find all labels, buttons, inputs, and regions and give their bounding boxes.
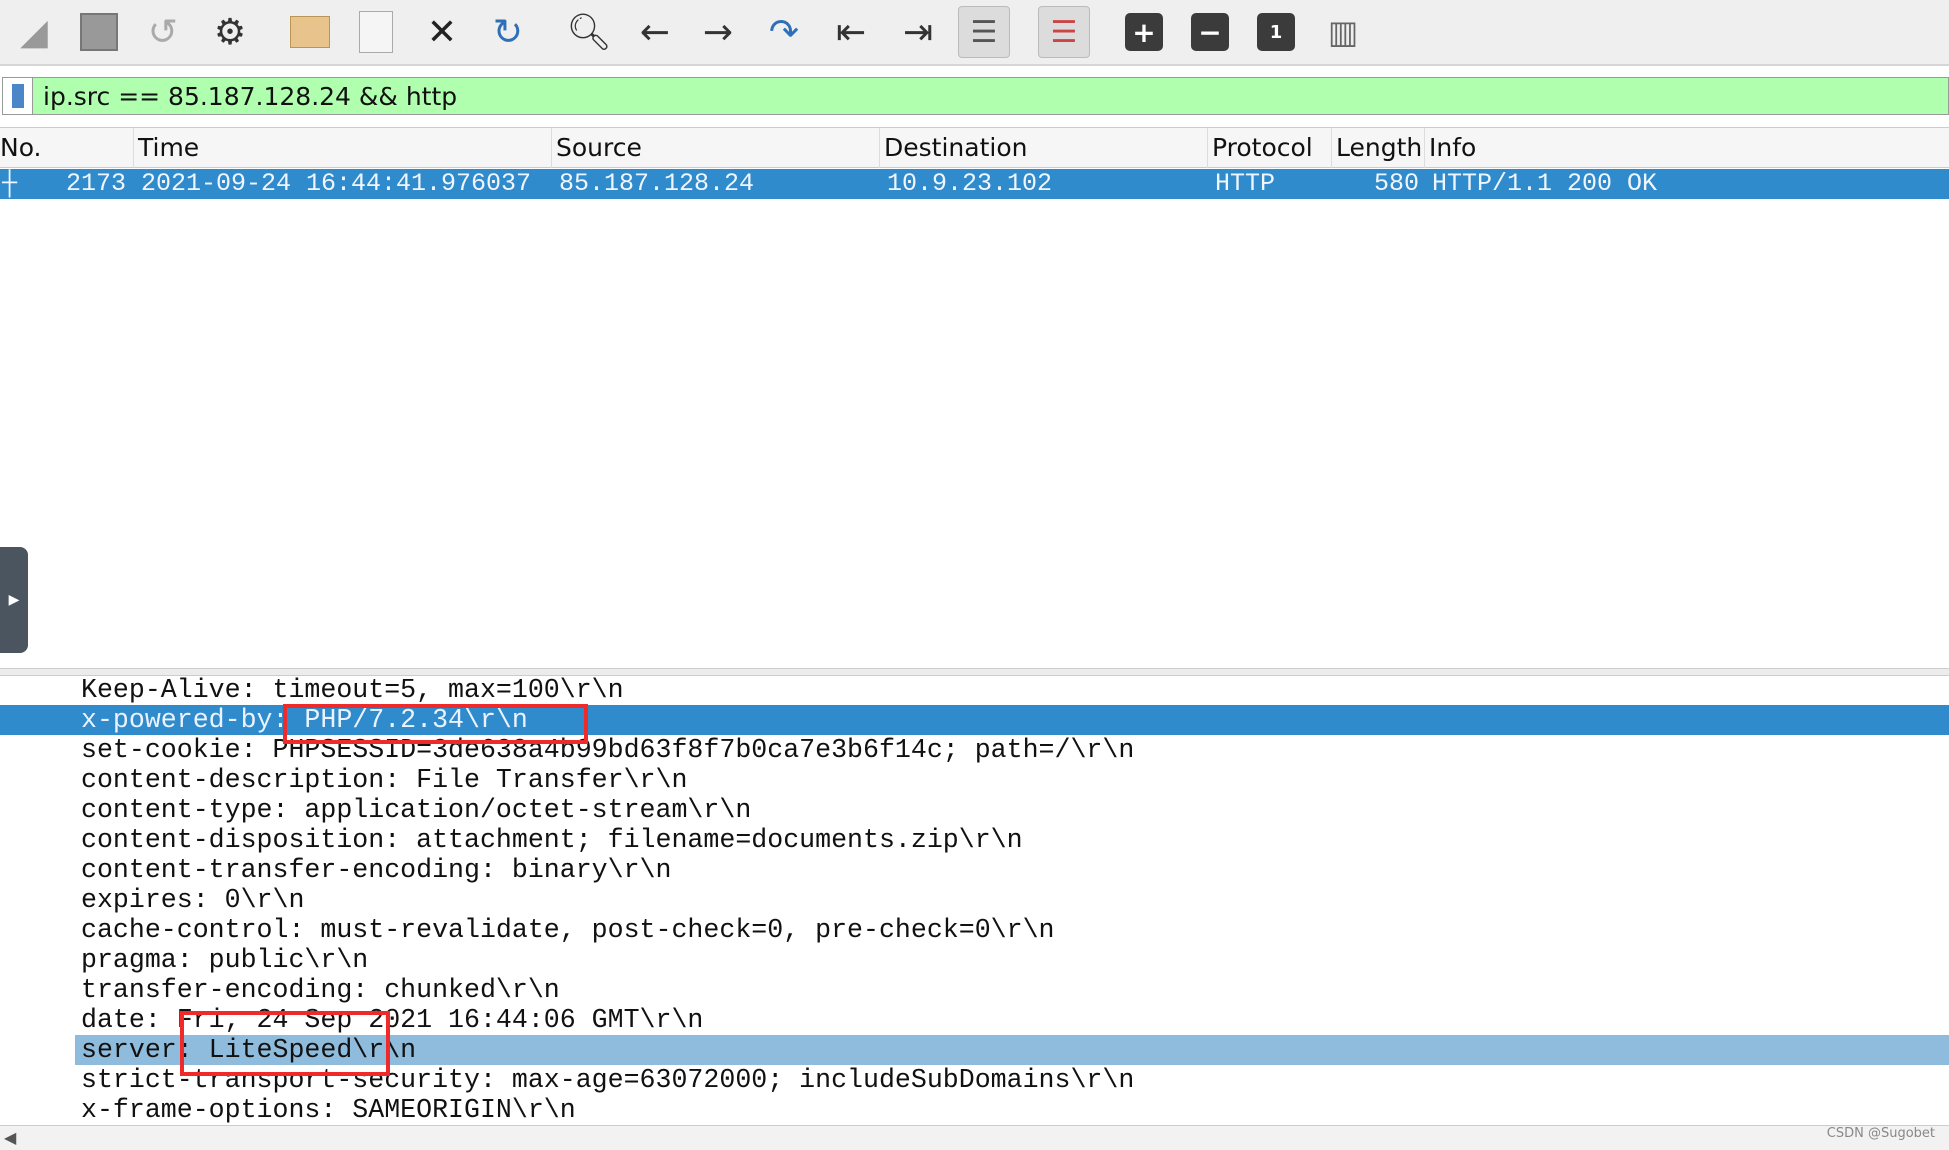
packet-length: 580 (1374, 169, 1420, 198)
scroll-left-icon[interactable]: ◀ (4, 1128, 16, 1147)
go-back-icon[interactable]: ← (629, 6, 681, 58)
start-capture-icon[interactable]: ◢ (8, 6, 60, 58)
column-info[interactable]: Info (1424, 128, 1476, 168)
zoom-in-icon[interactable]: + (1118, 6, 1170, 58)
save-file-icon[interactable] (350, 6, 402, 58)
packet-row[interactable]: ┼ 2173 2021-09-24 16:44:41.976037 85.187… (0, 169, 1949, 199)
detail-line[interactable]: pragma: public\r\n (0, 945, 1949, 975)
close-file-icon[interactable]: ✕ (416, 6, 468, 58)
detail-line[interactable]: cache-control: must-revalidate, post-che… (0, 915, 1949, 945)
detail-line[interactable]: transfer-encoding: chunked\r\n (0, 975, 1949, 1005)
normal-size-icon[interactable]: 1 (1250, 6, 1302, 58)
column-no[interactable]: No. (0, 128, 42, 168)
zoom-out-icon[interactable]: − (1184, 6, 1236, 58)
first-packet-icon[interactable]: ⇤ (825, 6, 877, 58)
watermark: CSDN @Sugobet (1826, 1126, 1935, 1141)
annotation-box (283, 704, 588, 744)
open-file-icon[interactable] (284, 6, 336, 58)
detail-line[interactable]: Keep-Alive: timeout=5, max=100\r\n (0, 675, 1949, 705)
packet-no: 2173 (66, 169, 127, 198)
display-filter-input[interactable] (43, 81, 1843, 111)
column-protocol[interactable]: Protocol (1207, 128, 1313, 168)
detail-line[interactable]: content-description: File Transfer\r\n (0, 765, 1949, 795)
detail-line[interactable]: content-disposition: attachment; filenam… (0, 825, 1949, 855)
capture-options-icon[interactable]: ⚙ (204, 6, 256, 58)
detail-line[interactable]: content-transfer-encoding: binary\r\n (0, 855, 1949, 885)
packet-destination: 10.9.23.102 (887, 169, 1053, 198)
main-toolbar: ◢ ↺ ⚙ ✕ ↻ 🔍︎ ← → ↷ ⇤ ⇥ ☰ ☰ + − 1 ▥ (0, 0, 1949, 66)
colorize-icon[interactable]: ☰ (1038, 6, 1090, 58)
packet-list-header: No. Time Source Destination Protocol Len… (0, 127, 1949, 168)
column-destination[interactable]: Destination (879, 128, 1027, 168)
annotation-box (180, 1011, 390, 1076)
column-source[interactable]: Source (551, 128, 642, 168)
packet-protocol: HTTP (1215, 169, 1276, 198)
column-time[interactable]: Time (133, 128, 199, 168)
column-length[interactable]: Length (1331, 128, 1422, 168)
restart-capture-icon[interactable]: ↺ (137, 6, 189, 58)
find-packet-icon[interactable]: 🔍︎ (563, 6, 615, 58)
detail-line[interactable]: content-type: application/octet-stream\r… (0, 795, 1949, 825)
packet-info: HTTP/1.1 200 OK (1432, 169, 1658, 198)
horizontal-scrollbar[interactable]: ◀ (0, 1125, 1949, 1150)
tree-line-icon: ┼ (2, 169, 18, 198)
reload-file-icon[interactable]: ↻ (482, 6, 534, 58)
go-to-packet-icon[interactable]: ↷ (758, 6, 810, 58)
detail-line[interactable]: x-frame-options: SAMEORIGIN\r\n (0, 1095, 1949, 1125)
stop-capture-icon[interactable] (73, 6, 125, 58)
packet-time: 2021-09-24 16:44:41.976037 (141, 169, 532, 198)
sidebar-toggle[interactable]: ▶ (0, 547, 28, 653)
last-packet-icon[interactable]: ⇥ (892, 6, 944, 58)
autoscroll-icon[interactable]: ☰ (958, 6, 1010, 58)
bookmark-icon[interactable] (3, 78, 33, 114)
detail-line[interactable]: expires: 0\r\n (0, 885, 1949, 915)
go-forward-icon[interactable]: → (692, 6, 744, 58)
display-filter-bar (2, 77, 1949, 115)
packet-source: 85.187.128.24 (559, 169, 755, 198)
resize-columns-icon[interactable]: ▥ (1317, 6, 1369, 58)
play-icon: ▶ (8, 592, 20, 608)
